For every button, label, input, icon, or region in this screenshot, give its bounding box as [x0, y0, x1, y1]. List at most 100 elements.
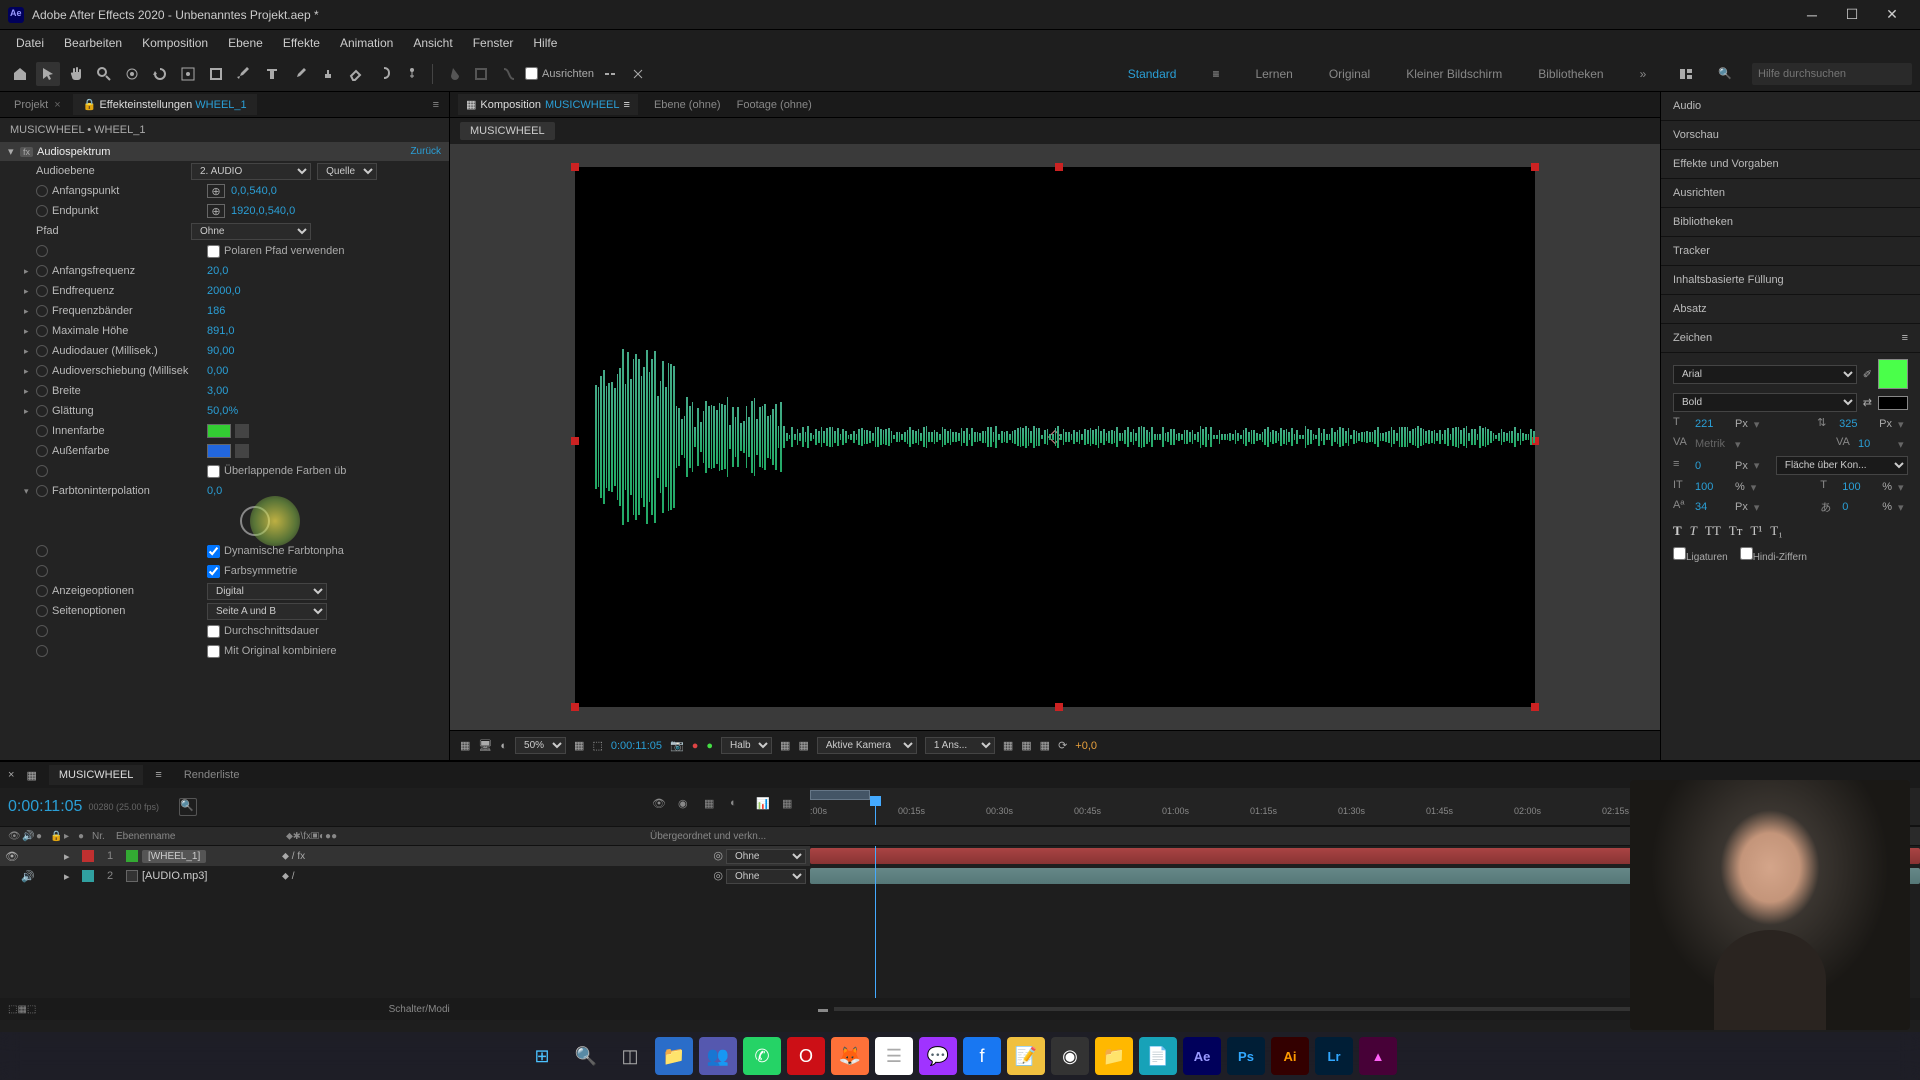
taskbar-opera[interactable]: O	[787, 1037, 825, 1075]
stopwatch-icon[interactable]	[36, 445, 48, 457]
panel-vorschau[interactable]: Vorschau	[1661, 121, 1920, 150]
workspace-standard[interactable]: Standard	[1120, 63, 1185, 85]
menu-effekte[interactable]: Effekte	[273, 32, 330, 54]
maximize-button[interactable]: ☐	[1832, 1, 1872, 29]
dynfarb-checkbox[interactable]	[207, 545, 220, 558]
chevron-down-icon[interactable]: ▾	[1754, 459, 1764, 472]
stroke-fill-select[interactable]: Fläche über Kon...	[1776, 456, 1908, 475]
tab-effekteinstellungen[interactable]: 🔒 Effekteinstellungen WHEEL_1	[73, 94, 257, 115]
taskbar-ae[interactable]: Ae	[1183, 1037, 1221, 1075]
stopwatch-icon[interactable]	[36, 485, 48, 497]
italic-button[interactable]: T	[1690, 523, 1697, 539]
shy-icon[interactable]: 👁	[652, 797, 672, 817]
effect-name[interactable]: Audiospektrum	[37, 146, 110, 158]
kerning[interactable]: Metrik	[1695, 438, 1729, 450]
crosshair-icon[interactable]: ⊕	[207, 204, 225, 218]
panel-fullung[interactable]: Inhaltsbasierte Füllung	[1661, 266, 1920, 295]
chevron-down-icon[interactable]: ▾	[1751, 481, 1761, 494]
tab-komposition[interactable]: ▦ Komposition MUSICWHEEL ≡	[458, 94, 638, 115]
timeline-close-icon[interactable]: ×	[8, 769, 14, 781]
panel-audio[interactable]: Audio	[1661, 92, 1920, 121]
anzeige-select[interactable]: Digital	[207, 583, 327, 600]
parent-select-2[interactable]: Ohne	[726, 869, 806, 884]
stopwatch-icon[interactable]	[36, 345, 48, 357]
chevron-down-icon[interactable]: ▾	[1754, 418, 1764, 431]
orbit-tool[interactable]	[120, 62, 144, 86]
pickwhip-icon[interactable]: ◎	[713, 850, 723, 862]
smallcaps-button[interactable]: Tᴛ	[1729, 523, 1743, 539]
resolution-select[interactable]: Halb	[721, 737, 772, 754]
anfangsfreq-value[interactable]: 20,0	[207, 265, 228, 277]
font-size[interactable]: 221	[1695, 418, 1729, 430]
panel-effekte[interactable]: Effekte und Vorgaben	[1661, 150, 1920, 179]
draft3d-icon[interactable]: ◉	[678, 797, 698, 817]
taskbar-windows[interactable]: ⊞	[523, 1037, 561, 1075]
timeline-layer-2[interactable]: 🔊 ▸ 2 [AUDIO.mp3] ⬥ / ◎ Ohne	[0, 866, 810, 886]
exposure-value[interactable]: +0,0	[1075, 740, 1097, 752]
transparency-icon[interactable]: ▦	[780, 739, 790, 752]
switches-label[interactable]: Schalter/Modi	[389, 1004, 450, 1015]
taskbar-notes[interactable]: 📝	[1007, 1037, 1045, 1075]
stopwatch-icon[interactable]	[36, 545, 48, 557]
taskbar-search[interactable]: 🔍	[567, 1037, 605, 1075]
workspace-bibliotheken[interactable]: Bibliotheken	[1530, 63, 1611, 85]
toggle-switches-icon[interactable]: ▦	[17, 1004, 26, 1015]
minimize-button[interactable]: ─	[1792, 1, 1832, 29]
col-solo-icon[interactable]: ●	[32, 831, 46, 842]
panel-bibliotheken[interactable]: Bibliotheken	[1661, 208, 1920, 237]
pickwhip-icon[interactable]: ◎	[713, 870, 723, 882]
selection-tool[interactable]	[36, 62, 60, 86]
aussenfarbe-swatch[interactable]	[207, 444, 231, 458]
stroke-icon[interactable]	[469, 62, 493, 86]
seiten-select[interactable]: Seite A und B	[207, 603, 327, 620]
audioebene-source[interactable]: Quelle	[317, 163, 377, 180]
workspace-lernen[interactable]: Lernen	[1247, 63, 1300, 85]
help-search[interactable]	[1752, 63, 1912, 85]
col-audio-icon[interactable]: 🔊	[18, 831, 32, 842]
stroke-width[interactable]: 0	[1695, 460, 1729, 472]
timeline-layer-1[interactable]: 👁 ▸ 1 [WHEEL_1] ⬥ / fx ◎ Ohne	[0, 846, 810, 866]
glattung-value[interactable]: 50,0%	[207, 405, 238, 417]
stamp-tool[interactable]	[316, 62, 340, 86]
taskbar-notepad[interactable]: 📄	[1139, 1037, 1177, 1075]
snap-checkbox[interactable]	[525, 67, 538, 80]
viewer-roi-icon[interactable]: ⬚	[592, 739, 602, 752]
breite-value[interactable]: 3,00	[207, 385, 228, 397]
original-checkbox[interactable]	[207, 645, 220, 658]
leading[interactable]: 325	[1839, 418, 1873, 430]
tab-ebene[interactable]: Ebene (ohne)	[654, 99, 721, 111]
menu-datei[interactable]: Datei	[6, 32, 54, 54]
viewer-refresh-icon[interactable]: ⟳	[1058, 739, 1067, 752]
stopwatch-icon[interactable]	[36, 605, 48, 617]
stroke-color-swatch[interactable]	[1878, 396, 1908, 410]
viewer-option-icon[interactable]: ▦	[1021, 739, 1031, 752]
views-select[interactable]: 1 Ans...	[925, 737, 995, 754]
endpunkt-value[interactable]: 1920,0,540,0	[231, 205, 295, 217]
taskbar-ps[interactable]: Ps	[1227, 1037, 1265, 1075]
endfreq-value[interactable]: 2000,0	[207, 285, 241, 297]
comp-breadcrumb[interactable]: MUSICWHEEL	[460, 122, 555, 140]
taskbar-app[interactable]: ☰	[875, 1037, 913, 1075]
composition-viewer[interactable]	[575, 167, 1535, 707]
taskbar-lr[interactable]: Lr	[1315, 1037, 1353, 1075]
superscript-button[interactable]: T¹	[1750, 523, 1762, 539]
close-button[interactable]: ✕	[1872, 1, 1912, 29]
text-color-swatch[interactable]	[1878, 359, 1908, 389]
taskbar-explorer[interactable]: 📁	[655, 1037, 693, 1075]
menu-fenster[interactable]: Fenster	[463, 32, 524, 54]
bold-button[interactable]: T	[1673, 523, 1682, 539]
stopwatch-icon[interactable]	[36, 325, 48, 337]
viewer-option-icon[interactable]: ▦	[1003, 739, 1013, 752]
anchor-tool[interactable]	[176, 62, 200, 86]
stopwatch-icon[interactable]	[36, 645, 48, 657]
zoom-select[interactable]: 50%	[515, 737, 566, 754]
guides-icon[interactable]: ▦	[798, 739, 808, 752]
allcaps-button[interactable]: TT	[1705, 523, 1721, 539]
crosshair-icon[interactable]: ⊕	[207, 184, 225, 198]
hscale[interactable]: 100	[1842, 481, 1876, 493]
stopwatch-icon[interactable]	[36, 185, 48, 197]
panel-tracker[interactable]: Tracker	[1661, 237, 1920, 266]
stopwatch-icon[interactable]	[36, 305, 48, 317]
stopwatch-icon[interactable]	[36, 425, 48, 437]
workspace-overflow[interactable]: »	[1632, 63, 1655, 85]
